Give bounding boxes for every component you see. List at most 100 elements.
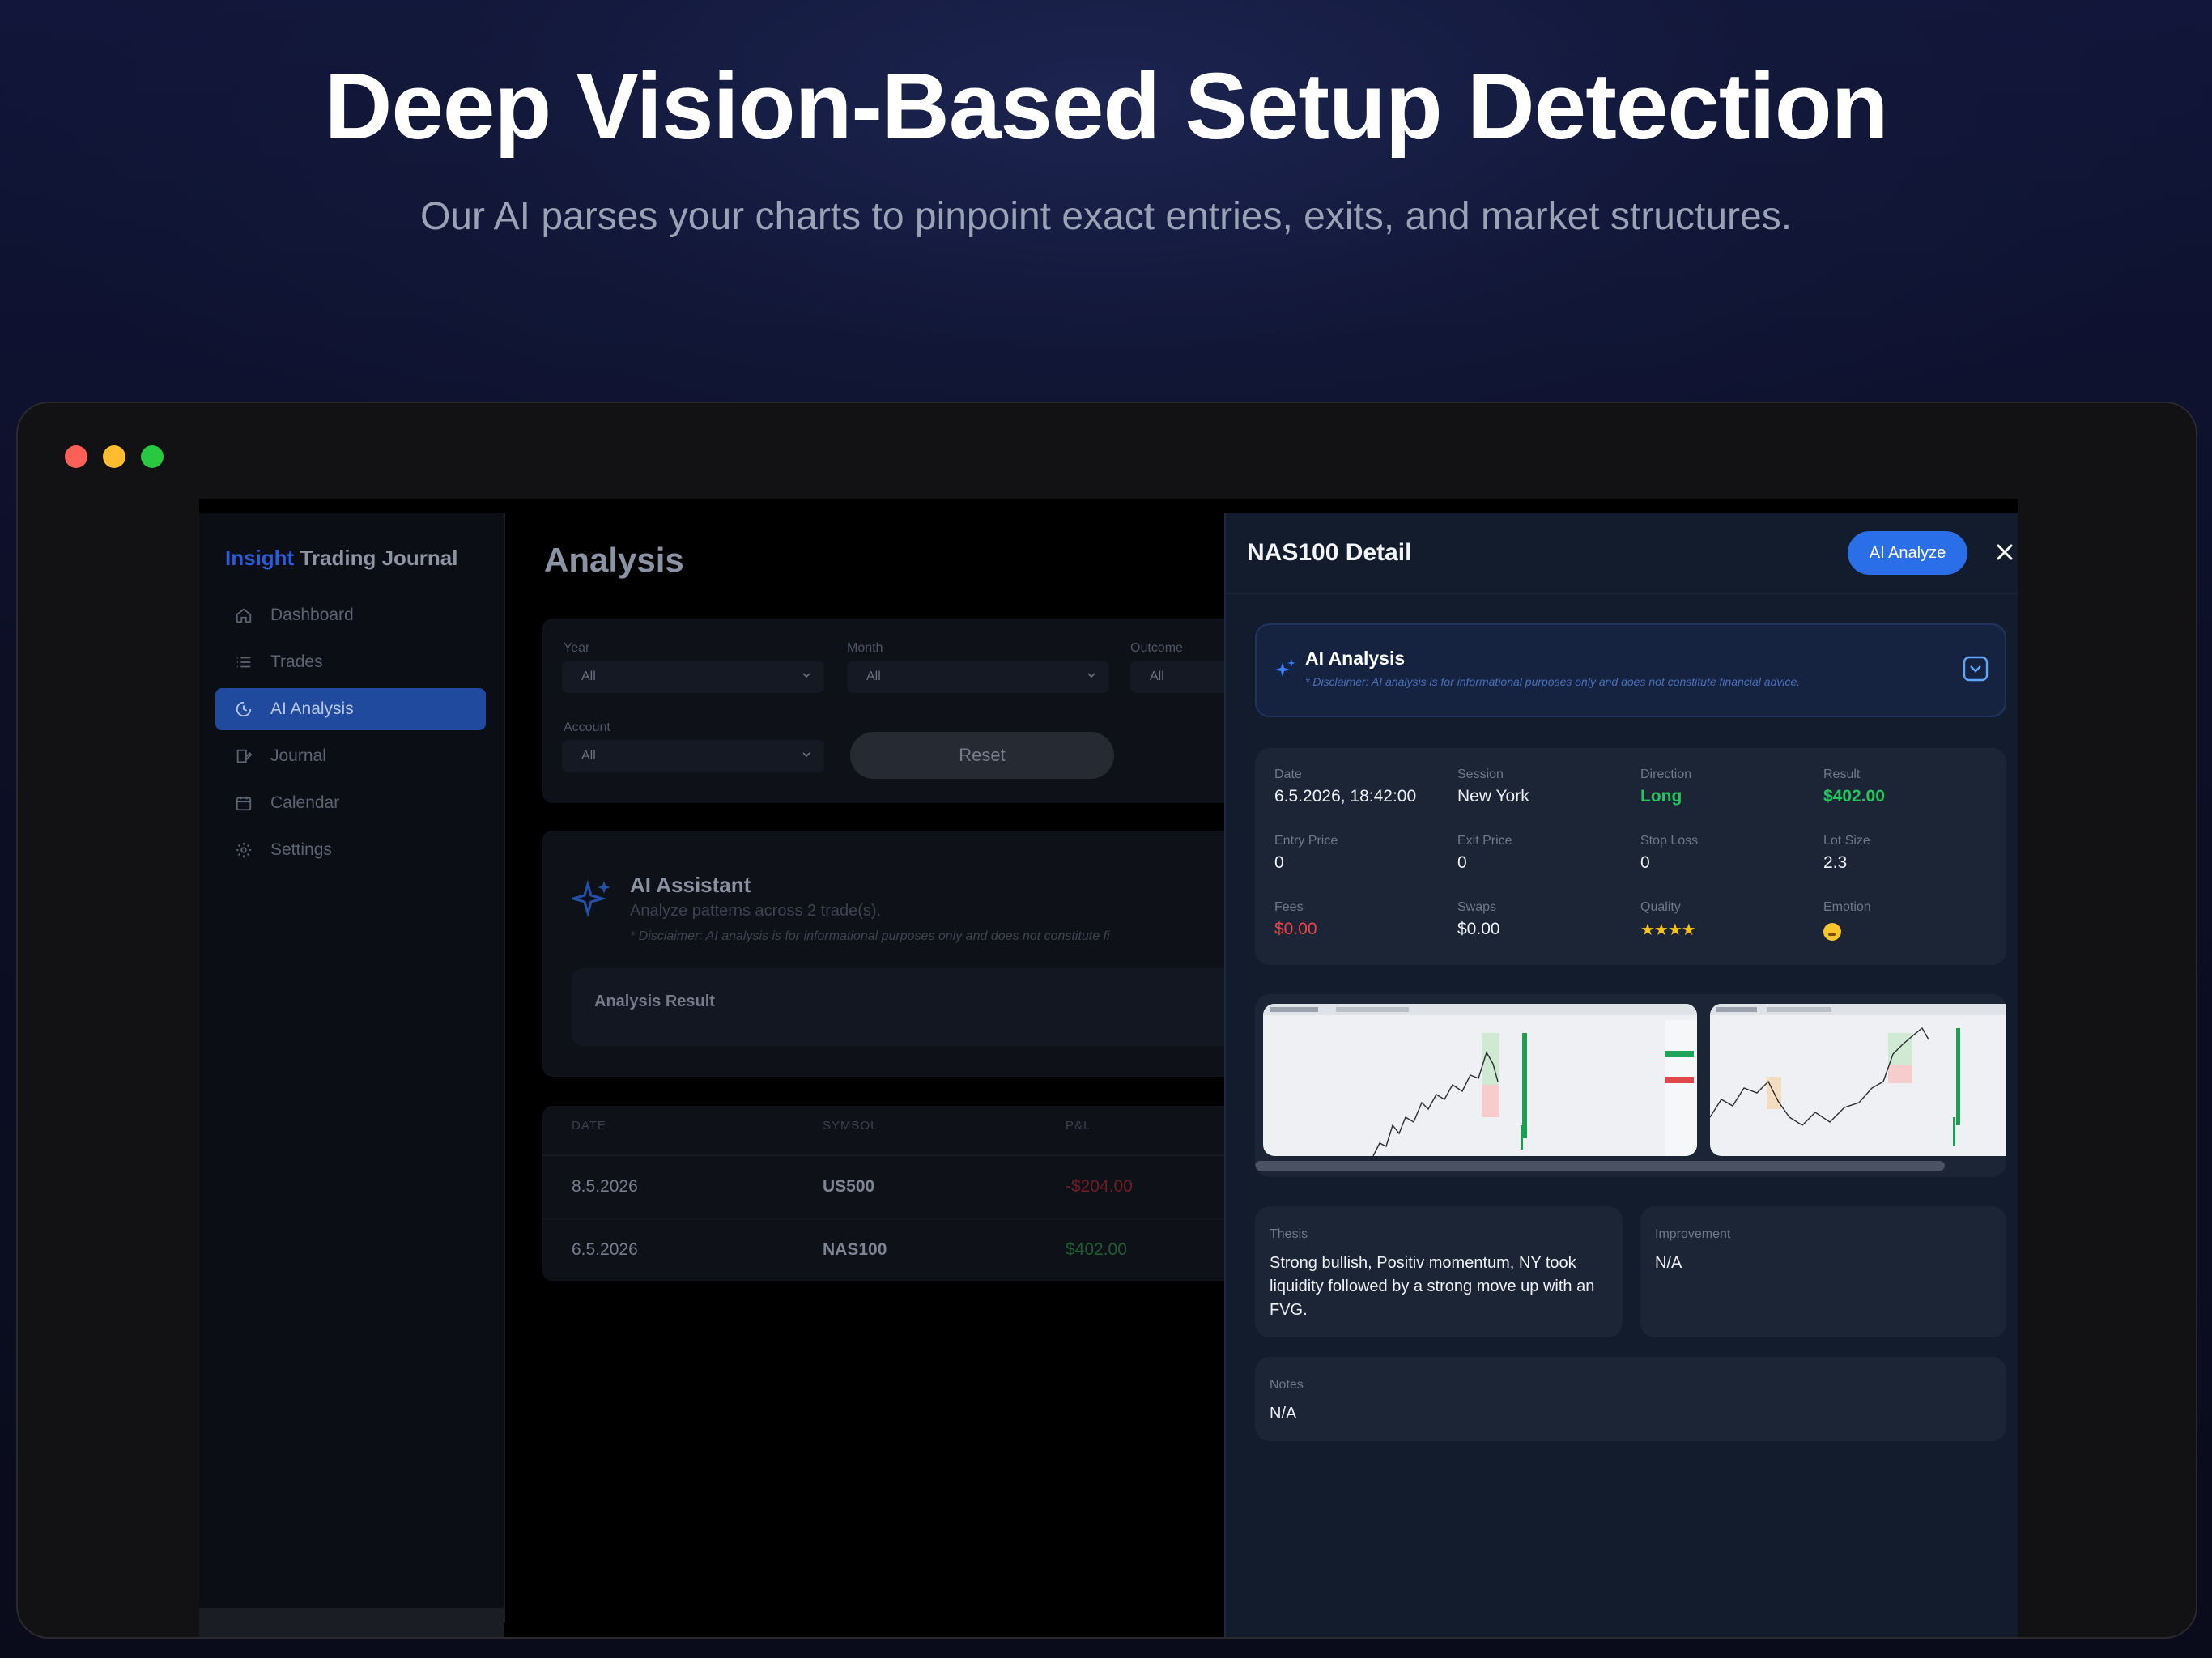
year-select[interactable]: All	[562, 661, 824, 693]
app-viewport: Insight Trading Journal Dashboard Trades	[199, 499, 2018, 1637]
quality-stars: ★★★★	[1640, 921, 1696, 939]
sidebar-footer	[199, 1608, 504, 1637]
panel-header: NAS100 Detail AI Analyze	[1226, 513, 2018, 594]
trade-stats-card: Date 6.5.2026, 18:42:00 Session New York…	[1255, 748, 2006, 965]
ai-analysis-disclaimer: * Disclaimer: AI analysis is for informa…	[1305, 675, 1801, 688]
month-select[interactable]: All	[847, 661, 1109, 693]
account-value: All	[581, 749, 596, 763]
stat-date: Date 6.5.2026, 18:42:00	[1274, 767, 1416, 806]
stat-value: 2.3	[1823, 853, 1848, 872]
thesis-card: Thesis Strong bullish, Positiv momentum,…	[1255, 1206, 1623, 1337]
row-symbol: US500	[823, 1177, 875, 1196]
column-header-symbol: SYMBOL	[823, 1119, 878, 1133]
expand-chevron-icon[interactable]	[1963, 656, 1989, 682]
sidebar-item-label: Settings	[270, 840, 332, 859]
row-date: 6.5.2026	[572, 1240, 638, 1259]
brand-name: Trading Journal	[300, 546, 458, 570]
ai-analysis-card[interactable]: AI Analysis * Disclaimer: AI analysis is…	[1255, 623, 2006, 717]
analysis-result-label: Analysis Result	[594, 993, 715, 1010]
stat-label: Exit Price	[1457, 834, 1512, 848]
improvement-label: Improvement	[1655, 1227, 1731, 1241]
chevron-down-icon	[1087, 673, 1095, 678]
stat-direction: Direction Long	[1640, 767, 1691, 806]
sparkle-icon	[1275, 659, 1295, 677]
stat-fees: Fees $0.00	[1274, 900, 1317, 939]
stat-label: Direction	[1640, 767, 1692, 781]
chart-screenshot[interactable]	[1710, 1004, 2006, 1156]
sidebar-item-journal[interactable]: Journal	[215, 735, 486, 777]
stat-swaps: Swaps $0.00	[1457, 900, 1500, 939]
stat-stop-loss: Stop Loss 0	[1640, 834, 1698, 873]
sidebar-item-label: Calendar	[270, 793, 340, 812]
ai-analyze-button[interactable]: AI Analyze	[1848, 531, 1967, 575]
sidebar-nav: Dashboard Trades AI Analysis Journal Cal…	[215, 594, 486, 876]
stat-emotion: Emotion	[1823, 900, 1871, 945]
notes-card: Notes N/A	[1255, 1357, 2006, 1441]
stat-value: $402.00	[1823, 787, 1885, 806]
sidebar-item-dashboard[interactable]: Dashboard	[215, 594, 486, 636]
chart-screenshot[interactable]	[1263, 1004, 1697, 1156]
account-label: Account	[564, 721, 610, 734]
stat-label: Quality	[1640, 900, 1681, 914]
chart-screenshots	[1255, 994, 2006, 1177]
notes-label: Notes	[1270, 1378, 1304, 1392]
home-icon	[235, 606, 253, 624]
brand-logo[interactable]: Insight Trading Journal	[225, 546, 457, 571]
table-row[interactable]: 6.5.2026 NAS100 $402.00	[542, 1218, 1255, 1281]
stat-value: Long	[1640, 787, 1682, 806]
stat-exit-price: Exit Price 0	[1457, 834, 1512, 873]
row-pnl: $402.00	[1066, 1240, 1127, 1259]
sidebar-item-calendar[interactable]: Calendar	[215, 782, 486, 824]
sidebar-item-ai-analysis[interactable]: AI Analysis	[215, 688, 486, 730]
list-icon	[235, 653, 253, 671]
analysis-result-box: Analysis Result	[572, 968, 1255, 1046]
trades-table: DATE SYMBOL P&L 8.5.2026 US500 -$204.00 …	[542, 1106, 1255, 1281]
ai-assistant-card: AI Assistant Analyze patterns across 2 t…	[542, 831, 1255, 1077]
stat-label: Entry Price	[1274, 834, 1338, 848]
table-row[interactable]: 8.5.2026 US500 -$204.00	[542, 1154, 1255, 1218]
window-close-dot[interactable]	[65, 445, 87, 468]
stat-label: Date	[1274, 767, 1302, 781]
brand-accent: Insight	[225, 546, 295, 570]
sidebar: Insight Trading Journal Dashboard Trades	[199, 513, 505, 1622]
sidebar-item-label: Trades	[270, 653, 323, 671]
panel-title: NAS100 Detail	[1247, 539, 1412, 566]
stat-label: Session	[1457, 767, 1504, 781]
stat-value: New York	[1457, 787, 1529, 806]
assistant-title: AI Assistant	[630, 873, 751, 897]
hero-title: Deep Vision-Based Setup Detection	[324, 53, 1889, 159]
thesis-label: Thesis	[1270, 1227, 1308, 1241]
close-icon[interactable]	[1990, 538, 2018, 567]
app-topbar	[199, 499, 2018, 513]
window-maximize-dot[interactable]	[141, 445, 164, 468]
improvement-card: Improvement N/A	[1640, 1206, 2006, 1337]
filter-panel: Year All Month All Outcome All Account A…	[542, 619, 1292, 803]
row-pnl: -$204.00	[1066, 1177, 1133, 1196]
chevron-down-icon	[802, 752, 810, 758]
hero-subtitle: Our AI parses your charts to pinpoint ex…	[419, 195, 1793, 238]
stat-quality: Quality ★★★★	[1640, 900, 1696, 940]
stat-label: Stop Loss	[1640, 834, 1699, 848]
stat-value: 0	[1640, 853, 1650, 872]
stat-value: $0.00	[1274, 920, 1317, 938]
stat-label: Emotion	[1823, 900, 1871, 914]
account-select[interactable]: All	[562, 740, 824, 772]
stat-session: Session New York	[1457, 767, 1529, 806]
year-label: Year	[564, 641, 590, 655]
chevron-down-icon	[802, 673, 810, 678]
stat-value: $0.00	[1457, 920, 1500, 938]
stat-value: 0	[1457, 853, 1467, 872]
column-header-pnl: P&L	[1066, 1119, 1091, 1133]
reset-button[interactable]: Reset	[850, 732, 1114, 779]
sidebar-item-trades[interactable]: Trades	[215, 641, 486, 683]
stat-lot-size: Lot Size 2.3	[1823, 834, 1870, 873]
ai-analysis-title: AI Analysis	[1305, 648, 1406, 669]
sidebar-item-settings[interactable]: Settings	[215, 829, 486, 871]
horizontal-scrollbar[interactable]	[1255, 1161, 1945, 1171]
trade-detail-panel: NAS100 Detail AI Analyze AI Analysis * D…	[1224, 513, 2018, 1637]
row-date: 8.5.2026	[572, 1177, 638, 1196]
window-minimize-dot[interactable]	[103, 445, 125, 468]
sidebar-item-label: Journal	[270, 746, 326, 765]
month-value: All	[866, 670, 881, 683]
month-label: Month	[847, 641, 883, 655]
